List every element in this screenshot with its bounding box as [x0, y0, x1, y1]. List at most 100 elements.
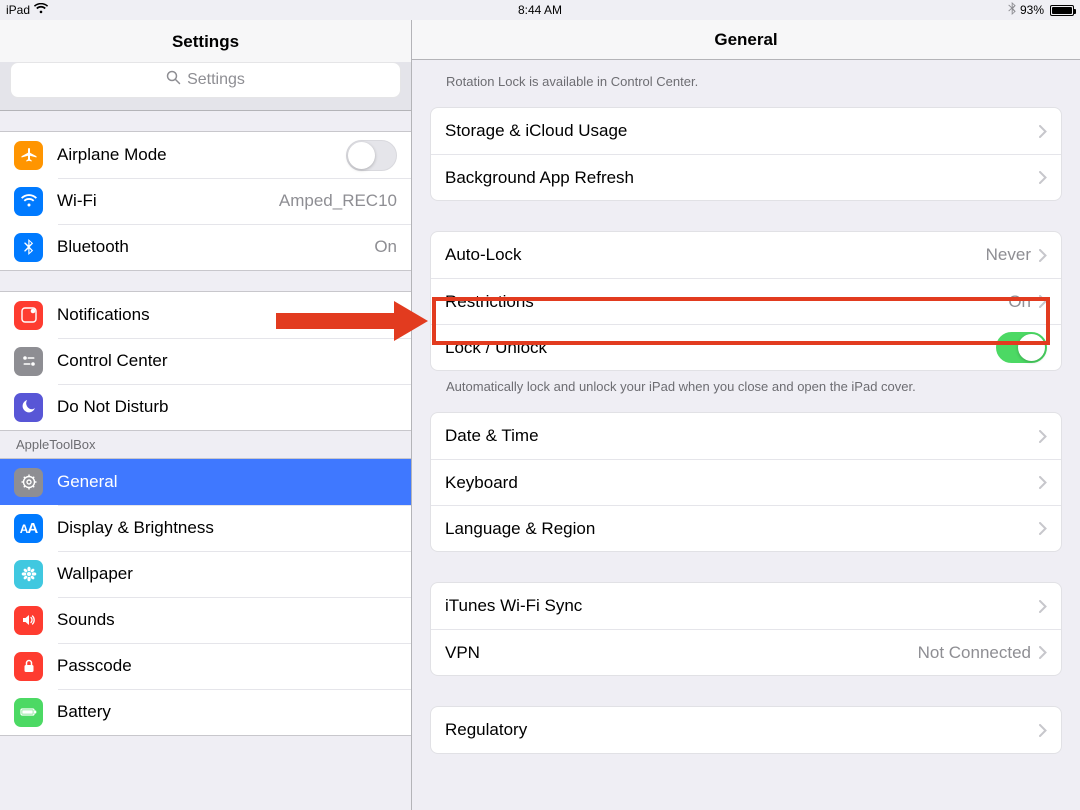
row-storage-icloud-usage[interactable]: Storage & iCloud Usage — [431, 108, 1061, 154]
search-input[interactable]: Settings — [10, 62, 401, 98]
sidebar-item-control-center[interactable]: Control Center — [0, 338, 411, 384]
vpn-value: Not Connected — [910, 643, 1031, 663]
chevron-right-icon — [1039, 125, 1047, 138]
sidebar-group-device: General AA Display & Brightness Wallpape… — [0, 458, 411, 736]
group-storage: Storage & iCloud Usage Background App Re… — [430, 107, 1062, 201]
group-regulatory: Regulatory — [430, 706, 1062, 754]
chevron-right-icon — [1039, 430, 1047, 443]
carrier-label: iPad — [6, 3, 30, 17]
sidebar-item-label: Sounds — [57, 610, 397, 630]
sidebar-title: Settings — [0, 20, 411, 62]
row-label: Language & Region — [445, 519, 1031, 539]
sidebar-item-wallpaper[interactable]: Wallpaper — [0, 551, 411, 597]
wifi-icon — [14, 187, 43, 216]
row-label: Background App Refresh — [445, 168, 1031, 188]
sidebar-group-notifications: Notifications Control Center Do Not Dist… — [0, 291, 411, 431]
detail-pane: General Rotation Lock is available in Co… — [412, 20, 1080, 810]
row-lock-unlock[interactable]: Lock / Unlock — [431, 324, 1061, 370]
auto-lock-value: Never — [978, 245, 1031, 265]
restrictions-value: On — [1000, 292, 1031, 312]
group-locale: Date & Time Keyboard Language & Region — [430, 412, 1062, 552]
detail-title: General — [714, 30, 777, 50]
chevron-right-icon — [1039, 295, 1047, 308]
sidebar-item-sounds[interactable]: Sounds — [0, 597, 411, 643]
moon-icon — [14, 393, 43, 422]
chevron-right-icon — [1039, 249, 1047, 262]
row-label: Auto-Lock — [445, 245, 978, 265]
row-label: iTunes Wi-Fi Sync — [445, 596, 1031, 616]
row-label: Storage & iCloud Usage — [445, 121, 1031, 141]
clock-label: 8:44 AM — [518, 3, 562, 17]
wifi-indicator-icon — [34, 3, 48, 17]
gear-icon — [14, 468, 43, 497]
chevron-right-icon — [1039, 600, 1047, 613]
sidebar-item-do-not-disturb[interactable]: Do Not Disturb — [0, 384, 411, 430]
bluetooth-icon — [14, 233, 43, 262]
battery-percent-label: 93% — [1020, 3, 1044, 17]
status-bar: iPad 8:44 AM 93% — [0, 0, 1080, 20]
row-auto-lock[interactable]: Auto-Lock Never — [431, 232, 1061, 278]
row-label: Keyboard — [445, 473, 1031, 493]
airplane-icon — [14, 141, 43, 170]
wifi-network-value: Amped_REC10 — [271, 191, 397, 211]
group-lock: Auto-Lock Never Restrictions On Lock / U… — [430, 231, 1062, 371]
sidebar-item-label: Airplane Mode — [57, 145, 346, 165]
row-keyboard[interactable]: Keyboard — [431, 459, 1061, 505]
sidebar-item-label: General — [57, 472, 397, 492]
settings-sidebar: Settings Settings Airplane Mode — [0, 20, 412, 810]
sidebar-item-passcode[interactable]: Passcode — [0, 643, 411, 689]
sidebar-item-label: Passcode — [57, 656, 397, 676]
row-label: Regulatory — [445, 720, 1031, 740]
group-net: iTunes Wi-Fi Sync VPN Not Connected — [430, 582, 1062, 676]
airplane-mode-toggle[interactable] — [346, 140, 397, 171]
sidebar-item-label: Control Center — [57, 351, 397, 371]
battery-icon — [14, 698, 43, 727]
control-center-icon — [14, 347, 43, 376]
row-date-time[interactable]: Date & Time — [431, 413, 1061, 459]
row-regulatory[interactable]: Regulatory — [431, 707, 1061, 753]
rotation-lock-note: Rotation Lock is available in Control Ce… — [412, 60, 1080, 107]
row-language-region[interactable]: Language & Region — [431, 505, 1061, 551]
battery-icon — [1050, 5, 1074, 16]
sidebar-item-label: Display & Brightness — [57, 518, 397, 538]
sidebar-group-connectivity: Airplane Mode Wi-Fi Amped_REC10 Bluetoot… — [0, 131, 411, 271]
chevron-right-icon — [1039, 522, 1047, 535]
sidebar-item-label: Do Not Disturb — [57, 397, 397, 417]
sidebar-item-label: Wallpaper — [57, 564, 397, 584]
row-label: Date & Time — [445, 426, 1031, 446]
chevron-right-icon — [1039, 476, 1047, 489]
sidebar-item-wifi[interactable]: Wi-Fi Amped_REC10 — [0, 178, 411, 224]
sidebar-item-bluetooth[interactable]: Bluetooth On — [0, 224, 411, 270]
sidebar-item-notifications[interactable]: Notifications — [0, 292, 411, 338]
lock-unlock-footer: Automatically lock and unlock your iPad … — [412, 371, 1080, 412]
lock-unlock-toggle[interactable] — [996, 332, 1047, 363]
aa-icon: AA — [14, 514, 43, 543]
chevron-right-icon — [1039, 646, 1047, 659]
lock-icon — [14, 652, 43, 681]
row-vpn[interactable]: VPN Not Connected — [431, 629, 1061, 675]
account-section-header: AppleToolBox — [0, 431, 411, 458]
row-restrictions[interactable]: Restrictions On — [431, 278, 1061, 324]
row-background-app-refresh[interactable]: Background App Refresh — [431, 154, 1061, 200]
sidebar-item-label: Wi-Fi — [57, 191, 271, 211]
sidebar-item-label: Notifications — [57, 305, 397, 325]
speaker-icon — [14, 606, 43, 635]
bluetooth-indicator-icon — [1008, 2, 1016, 18]
sidebar-item-label: Battery — [57, 702, 397, 722]
sidebar-item-label: Bluetooth — [57, 237, 366, 257]
bluetooth-status-value: On — [366, 237, 397, 257]
search-placeholder: Settings — [187, 71, 245, 89]
chevron-right-icon — [1039, 724, 1047, 737]
search-icon — [166, 70, 181, 90]
row-label: VPN — [445, 643, 910, 663]
bell-badge-icon — [14, 301, 43, 330]
row-label: Restrictions — [445, 292, 1000, 312]
row-label: Lock / Unlock — [445, 338, 996, 358]
chevron-right-icon — [1039, 171, 1047, 184]
flower-icon — [14, 560, 43, 589]
sidebar-item-airplane-mode[interactable]: Airplane Mode — [0, 132, 411, 178]
sidebar-item-battery[interactable]: Battery — [0, 689, 411, 735]
row-itunes-wifi-sync[interactable]: iTunes Wi-Fi Sync — [431, 583, 1061, 629]
sidebar-item-general[interactable]: General — [0, 459, 411, 505]
sidebar-item-display-brightness[interactable]: AA Display & Brightness — [0, 505, 411, 551]
